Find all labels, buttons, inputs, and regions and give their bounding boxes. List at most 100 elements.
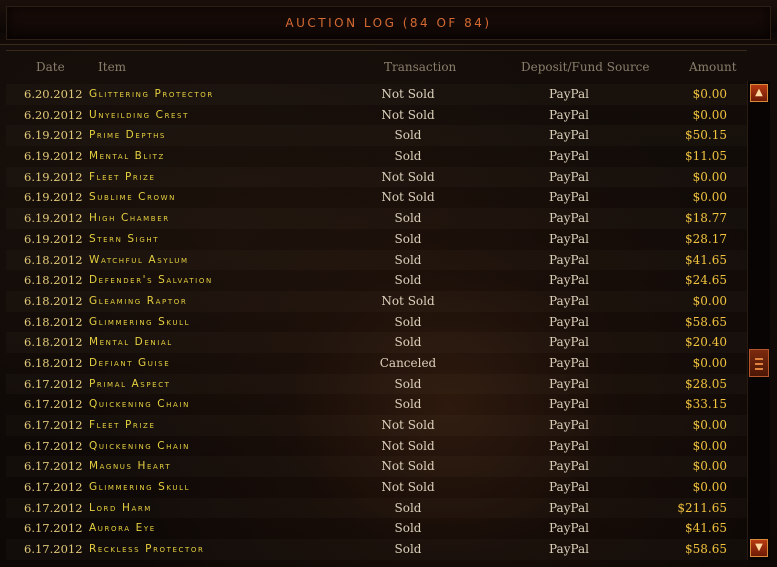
row-date: 6.19.2012 [24, 211, 83, 226]
row-fund-source: PayPal [549, 314, 589, 329]
row-item-name[interactable]: Stern Sight [89, 229, 159, 250]
row-amount: $0.00 [692, 107, 727, 122]
row-amount: $18.77 [685, 211, 727, 226]
window-title: AUCTION LOG (84 OF 84) [285, 16, 492, 30]
row-date: 6.17.2012 [24, 418, 83, 432]
row-item-name[interactable]: Prime Depths [89, 125, 166, 146]
row-item-name[interactable]: Defiant Guise [89, 353, 170, 374]
row-date: 6.18.2012 [24, 293, 83, 308]
row-date: 6.17.2012 [24, 438, 83, 453]
row-item-name[interactable]: Glimmering Skull [89, 477, 190, 498]
row-transaction: Sold [394, 542, 422, 557]
row-item-name[interactable]: Unyeilding Crest [89, 105, 189, 126]
table-row[interactable]: 6.17.2012 Primal Aspect Sold PayPal $28.05 [6, 374, 747, 395]
row-item-name[interactable]: Glimmering Skull [89, 312, 190, 333]
row-transaction: Sold [394, 211, 422, 226]
auction-log-window: AUCTION LOG (84 OF 84) Date Item Transac… [0, 0, 777, 567]
row-fund-source: PayPal [549, 293, 589, 308]
row-fund-source: PayPal [549, 87, 589, 101]
table-row[interactable]: 6.20.2012 Glittering Protector Not Sold Pay… [6, 84, 747, 105]
row-item-name[interactable]: Primal Aspect [89, 374, 171, 395]
table-row[interactable]: 6.17.2012 Glimmering Skull Not Sold PayPal $… [6, 477, 747, 498]
table-row[interactable]: 6.19.2012 High Chamber Sold PayPal $18.77 [6, 208, 747, 229]
row-transaction: Not Sold [381, 438, 435, 453]
table-row[interactable]: 6.19.2012 Fleet Prize Not Sold PayPal $0.00 [6, 167, 747, 188]
row-item-name[interactable]: Defender's Salvation [89, 270, 213, 291]
row-item-name[interactable]: Fleet Prize [89, 415, 155, 436]
scroll-down-button[interactable]: ▼ [750, 539, 768, 557]
row-fund-source: PayPal [549, 190, 589, 205]
table-row[interactable]: 6.18.2012 Defender's Salvation Sold PayPal $… [6, 270, 747, 291]
row-date: 6.17.2012 [24, 397, 83, 412]
table-row[interactable]: 6.17.2012 Quickening Chain Sold PayPal $33.1… [6, 394, 747, 415]
row-item-name[interactable]: Mental Denial [89, 332, 173, 353]
row-amount: $0.00 [692, 355, 727, 370]
row-amount: $33.15 [685, 397, 727, 412]
row-date: 6.17.2012 [24, 500, 83, 515]
table-row[interactable]: 6.19.2012 Stern Sight Sold PayPal $28.17 [6, 229, 747, 250]
table-row[interactable]: 6.18.2012 Mental Denial Sold PayPal $20.40 [6, 332, 747, 353]
table-row[interactable]: 6.17.2012 Aurora Eye Sold PayPal $41.65 [6, 518, 747, 539]
row-transaction: Sold [394, 397, 422, 412]
row-transaction: Sold [394, 521, 422, 536]
scrollbar[interactable]: ▲ ▼ [747, 81, 770, 560]
grip-line [755, 363, 763, 365]
row-transaction: Sold [394, 252, 422, 267]
row-transaction: Not Sold [381, 459, 435, 474]
table-row[interactable]: 6.19.2012 Prime Depths Sold PayPal $50.15 [6, 125, 747, 146]
row-amount: $50.15 [685, 128, 727, 143]
table-row[interactable]: 6.17.2012 Magnus Heart Not Sold PayPal $0.00 [6, 456, 747, 477]
row-amount: $0.00 [692, 169, 727, 184]
scroll-thumb[interactable] [749, 349, 769, 377]
row-fund-source: PayPal [549, 542, 589, 557]
scroll-up-button[interactable]: ▲ [750, 84, 768, 102]
table-row[interactable]: 6.18.2012 Gleaming Raptor Not Sold PayPal $0… [6, 291, 747, 312]
table-row[interactable]: 6.20.2012 Unyeilding Crest Not Sold PayPal $… [6, 105, 747, 126]
row-date: 6.20.2012 [24, 107, 83, 122]
row-transaction: Sold [394, 376, 422, 391]
row-item-name[interactable]: Reckless Protector [89, 539, 205, 560]
row-item-name[interactable]: Watchful Asylum [89, 250, 189, 271]
row-date: 6.18.2012 [24, 355, 83, 370]
table-row[interactable]: 6.17.2012 Fleet Prize Not Sold PayPal $0.00 [6, 415, 747, 436]
row-fund-source: PayPal [549, 521, 589, 536]
row-transaction: Sold [394, 149, 422, 164]
row-fund-source: PayPal [549, 107, 589, 122]
row-item-name[interactable]: Gleaming Raptor [89, 291, 187, 312]
row-item-name[interactable]: Fleet Prize [89, 167, 155, 188]
table-row[interactable]: 6.18.2012 Glimmering Skull Sold PayPal $58.6… [6, 312, 747, 333]
column-header-amount[interactable]: Amount [689, 60, 737, 74]
column-header-item[interactable]: Item [98, 60, 126, 74]
row-amount: $0.00 [692, 418, 727, 432]
row-transaction: Sold [394, 128, 422, 143]
row-item-name[interactable]: Magnus Heart [89, 456, 171, 477]
row-amount: $58.65 [685, 542, 727, 557]
row-transaction: Sold [394, 273, 422, 288]
row-amount: $0.00 [692, 190, 727, 205]
row-transaction: Not Sold [381, 107, 435, 122]
row-item-name[interactable]: Quickening Chain [89, 436, 190, 457]
row-date: 6.18.2012 [24, 335, 83, 350]
column-header-source[interactable]: Deposit/Fund Source [521, 60, 650, 74]
row-item-name[interactable]: Quickening Chain [89, 394, 190, 415]
column-header-date[interactable]: Date [36, 60, 65, 74]
table-row[interactable]: 6.19.2012 Sublime Crown Not Sold PayPal $0.0… [6, 187, 747, 208]
row-item-name[interactable]: Lord Harm [89, 498, 152, 519]
row-amount: $0.00 [692, 459, 727, 474]
column-header-transaction[interactable]: Transaction [384, 60, 456, 74]
table-row[interactable]: 6.19.2012 Mental Blitz Sold PayPal $11.05 [6, 146, 747, 167]
table-row[interactable]: 6.17.2012 Lord Harm Sold PayPal $211.65 [6, 498, 747, 519]
table-row[interactable]: 6.17.2012 Reckless Protector Sold PayPal $58… [6, 539, 747, 560]
row-item-name[interactable]: Aurora Eye [89, 518, 156, 539]
row-item-name[interactable]: Mental Blitz [89, 146, 165, 167]
row-fund-source: PayPal [549, 500, 589, 515]
row-fund-source: PayPal [549, 459, 589, 474]
table-header: Date Item Transaction Deposit/Fund Sourc… [6, 51, 747, 79]
row-item-name[interactable]: Glittering Protector [89, 84, 214, 105]
table-row[interactable]: 6.18.2012 Watchful Asylum Sold PayPal $41.65 [6, 250, 747, 271]
row-item-name[interactable]: Sublime Crown [89, 187, 176, 208]
table-row[interactable]: 6.18.2012 Defiant Guise Canceled PayPal $0.0… [6, 353, 747, 374]
row-fund-source: PayPal [549, 231, 589, 246]
row-item-name[interactable]: High Chamber [89, 208, 170, 229]
table-row[interactable]: 6.17.2012 Quickening Chain Not Sold PayPal $… [6, 436, 747, 457]
